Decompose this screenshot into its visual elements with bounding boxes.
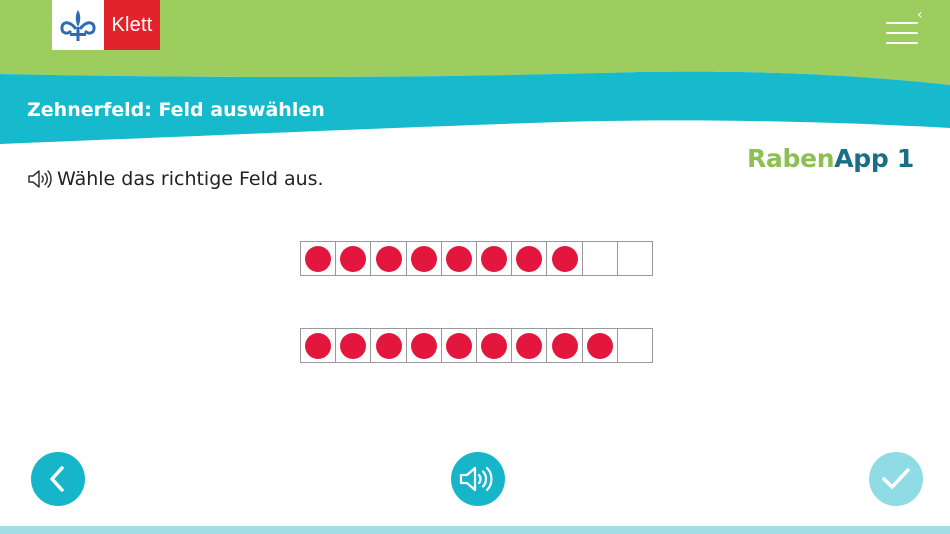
counter-dot [375,245,402,272]
ten-frame-cell [336,329,372,362]
counter-dot [340,332,367,359]
counter-dot [551,332,578,359]
hamburger-menu-icon[interactable] [886,22,918,44]
counter-dot [410,245,437,272]
ten-frame-cell [547,242,583,275]
ten-frame-cell [407,329,442,362]
confirm-check-button[interactable] [869,452,923,506]
ten-frame-option-2[interactable] [300,328,653,363]
speaker-icon [459,466,493,492]
ten-frame-cell [583,329,618,362]
ten-frame-cell [442,329,478,362]
klett-logo: Klett [52,0,160,50]
counter-dot [551,245,578,272]
klett-lily-icon [52,0,104,50]
brand-part-app: App 1 [834,144,914,173]
ten-frame-cell [442,242,478,275]
play-audio-button[interactable] [451,452,505,506]
footer-bar [0,526,950,534]
ten-frame-cell [371,329,407,362]
checkmark-icon [882,468,910,489]
counter-dot [445,245,472,272]
instruction-text: Wähle das richtige Feld aus. [57,168,324,190]
ten-frame-cell [618,242,652,275]
counter-dot [340,245,367,272]
ten-frame-cell [547,329,583,362]
page-title: Zehnerfeld: Feld auswählen [27,99,325,121]
counter-dot [516,332,543,359]
klett-logo-text: Klett [104,0,160,50]
task-instruction: Wähle das richtige Feld aus. [27,168,324,190]
ten-frame-cell [407,242,442,275]
ten-frame-cell [477,329,513,362]
counter-dot [586,332,613,359]
ten-frame-cell [512,329,548,362]
ten-frame-cell [583,242,618,275]
back-button[interactable] [31,452,85,506]
speaker-icon[interactable] [27,168,53,190]
ten-frame-cell [477,242,513,275]
ten-frame-cell [371,242,407,275]
counter-dot [481,245,508,272]
counter-dot [481,332,508,359]
chevron-left-icon [50,466,64,492]
ten-frame-cell [512,242,548,275]
brand-part-raben: Raben [746,144,835,173]
counter-dot [375,332,402,359]
rabenapp-brand: RabenApp 1 [747,144,914,173]
counter-dot [305,245,332,272]
ten-frame-cell [301,329,337,362]
ten-frame-option-1[interactable] [300,241,653,276]
counter-dot [410,332,437,359]
ten-frame-cell [618,329,652,362]
counter-dot [516,245,543,272]
counter-dot [445,332,472,359]
ten-frame-cell [336,242,372,275]
counter-dot [305,332,332,359]
ten-frame-cell [301,242,337,275]
collapse-chevron-icon[interactable]: ‹ [917,8,923,22]
